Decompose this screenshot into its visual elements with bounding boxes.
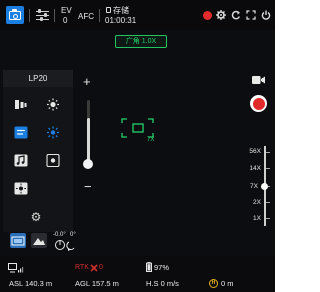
zoom-scale-label[interactable]: 56X [241,148,261,155]
zoom-scale-label[interactable]: 7X [238,183,258,190]
sliders-icon[interactable] [36,9,49,21]
ev-label[interactable]: EV [61,6,72,15]
battery-percent: 97% [154,263,170,272]
gimbal-pitch: -0.0° [53,232,66,238]
gimbal-widget: -0.0° 0° [4,232,78,254]
battery-icon [146,262,152,272]
asl-altitude: ASL 140.3 m [9,279,53,288]
agl-altitude: AGL 157.5 m [75,279,119,288]
payload-panel: LP20 ⚙ [3,70,73,232]
home-distance: 0 m [221,279,234,288]
storage-label: 存储 [113,6,129,15]
storage-icon [106,7,111,13]
video-mode-icon[interactable] [252,75,265,85]
top-toolbar: EV 0 AFC 存储 01:00:31 [0,0,275,30]
camera-mode-button[interactable] [6,6,24,24]
divider [54,9,55,22]
zoom-slider-fill [87,118,90,162]
divider [29,9,30,22]
payload-title: LP20 [3,70,73,87]
zoom-tick [266,218,270,219]
home-point-icon: H [209,279,218,288]
storage-time: 01:00:31 [105,16,137,25]
fullscreen-icon[interactable] [246,10,256,20]
power-icon[interactable] [261,10,271,20]
lens-mode-chip[interactable]: 广角 1.0X [115,35,167,48]
gimbal-yaw: 0° [70,232,76,238]
horizontal-speed: H.S 0 m/s [146,279,179,288]
zoom-in-button[interactable]: + [83,75,91,88]
zoom-out-button[interactable]: − [84,180,92,193]
zoom-scale-label[interactable]: 1X [241,215,261,222]
strobe-icon[interactable] [46,126,60,139]
zoom-reticle [121,118,154,138]
zoom-scale-label[interactable]: 2X [241,199,261,206]
rtk-value: 0 [99,264,103,271]
speaker-mode-icon[interactable] [14,98,28,111]
music-icon[interactable] [14,154,28,167]
gimbal-direction-icon [55,240,75,251]
ev-value[interactable]: 0 [63,16,67,25]
remote-signal-icon [8,263,24,273]
zoom-tick [266,168,270,169]
rtk-disconnected-icon [90,264,98,272]
zoom-scale-indicator [261,183,268,190]
record-status-icon [203,11,212,20]
payload-settings-gear-icon[interactable]: ⚙ [29,210,43,224]
text-broadcast-icon[interactable] [14,126,28,139]
camera-view: EV 0 AFC 存储 01:00:31 广角 1.0X LP20 ⚙ + − … [0,0,275,292]
divider [99,9,100,22]
zoom-tick [266,152,270,153]
gear-icon[interactable] [216,10,226,20]
light-mode-icon[interactable] [46,154,60,167]
status-bar: RTK 0 97% ASL 140.3 m AGL 157.5 m H.S 0 … [0,256,275,292]
zoom-scale-label[interactable]: 14X [241,165,261,172]
map-toggle-button[interactable] [10,233,26,248]
camera-lens-icon [12,13,18,19]
reticle-zoom-label: 7X [147,137,155,143]
refresh-icon[interactable] [231,10,241,20]
zoom-slider-thumb[interactable] [83,159,93,169]
zoom-tick [266,202,270,203]
flash-icon[interactable] [14,182,28,195]
record-button[interactable] [250,95,267,112]
light-icon[interactable] [46,98,60,111]
rtk-label: RTK [75,264,89,271]
focus-mode[interactable]: AFC [78,12,94,21]
map-view-button[interactable] [31,233,47,248]
